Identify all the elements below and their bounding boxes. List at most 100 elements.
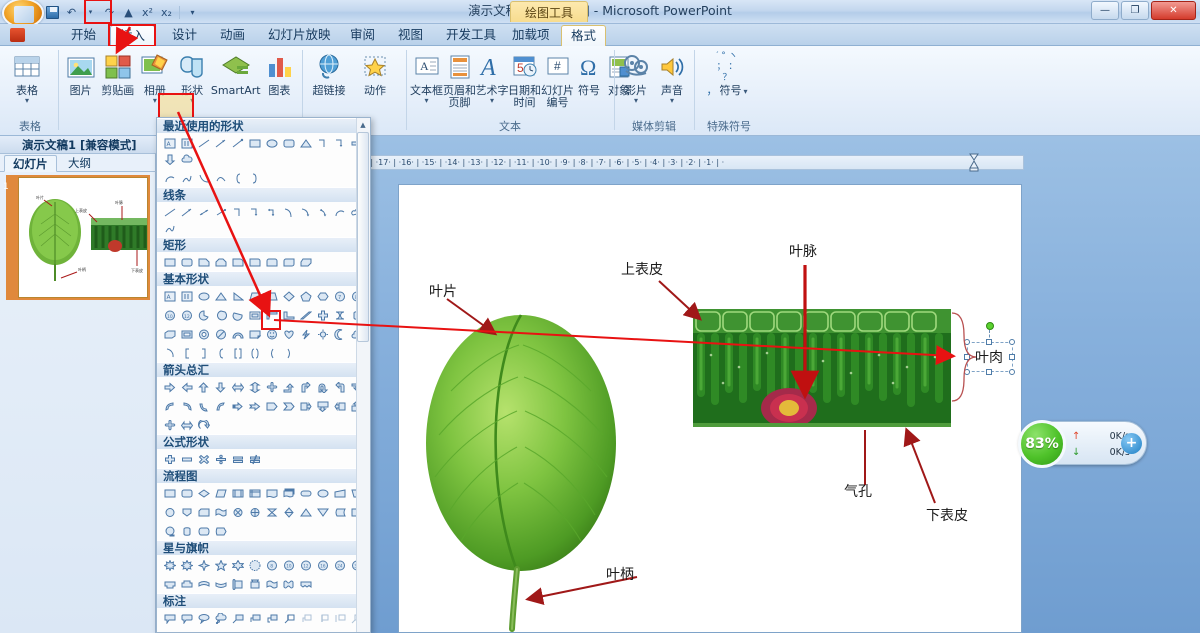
rect-snip-one[interactable]	[195, 254, 212, 270]
ribbon-button-幻灯片编号[interactable]: # 幻灯片 编号	[541, 49, 574, 109]
handle-sw[interactable]	[964, 369, 970, 375]
label-叶肉[interactable]: 叶肉	[975, 347, 1003, 367]
shapes-row[interactable]	[157, 377, 370, 396]
label-下表皮[interactable]: 下表皮	[926, 505, 968, 525]
basic-sun[interactable]	[314, 326, 331, 342]
shapes-row[interactable]	[157, 483, 370, 502]
basic-cube[interactable]	[161, 326, 178, 342]
line-curve-tool[interactable]	[331, 204, 348, 220]
flow-data[interactable]	[212, 485, 229, 501]
banner-double-wave[interactable]	[280, 576, 297, 592]
basic-arc-shape[interactable]	[161, 345, 178, 361]
arrow-curved-left[interactable]	[161, 398, 178, 414]
chevron-down-icon[interactable]: ▾	[25, 97, 29, 105]
tab-设计[interactable]: 设计	[163, 25, 206, 46]
flow-internal-storage[interactable]	[246, 485, 263, 501]
restore-button[interactable]: ❐	[1121, 1, 1149, 20]
flow-direct-access-storage[interactable]	[195, 523, 212, 539]
banner-wave[interactable]	[263, 576, 280, 592]
arrow-circular[interactable]	[195, 417, 212, 433]
basic-right-bracket[interactable]	[195, 345, 212, 361]
handle-nw[interactable]	[964, 339, 970, 345]
shapes-row[interactable]	[157, 608, 370, 627]
flow-summing-junction[interactable]	[229, 504, 246, 520]
shape-rectangle[interactable]	[246, 135, 263, 151]
basic-pentagon[interactable]	[297, 288, 314, 304]
shape-elbow-arrow[interactable]	[331, 135, 348, 151]
basic-hexagon[interactable]	[314, 288, 331, 304]
math-plus[interactable]	[161, 451, 178, 467]
flow-manual-input[interactable]	[331, 485, 348, 501]
shape-down-arrow[interactable]	[161, 151, 178, 167]
chevron-down-icon[interactable]: ▾	[743, 87, 747, 95]
save-button[interactable]	[44, 4, 61, 21]
banner-vertical-scroll[interactable]	[229, 576, 246, 592]
label-叶片[interactable]: 叶片	[429, 281, 457, 301]
selected-textbox-叶肉[interactable]: 叶肉	[963, 322, 1021, 382]
basic-no-symbol[interactable]	[212, 326, 229, 342]
flow-sequential-access[interactable]	[161, 523, 178, 539]
qat-more-button[interactable]: ▾	[184, 4, 201, 21]
shapes-row[interactable]	[157, 627, 370, 632]
callout-accent-bar-2[interactable]	[331, 610, 348, 626]
banner-curved-up[interactable]	[195, 576, 212, 592]
handle-s[interactable]	[986, 369, 992, 375]
minimize-button[interactable]: —	[1091, 1, 1119, 20]
flow-sort[interactable]	[280, 504, 297, 520]
shapes-row[interactable]: A	[157, 133, 370, 168]
rotate-handle[interactable]	[986, 322, 994, 330]
chevron-down-icon[interactable]: ▾	[634, 97, 638, 105]
speed-percent-badge[interactable]: 83%	[1018, 420, 1066, 468]
arrow-u-turn[interactable]	[314, 379, 331, 395]
star-24-point[interactable]: 24	[331, 557, 348, 573]
math-multiply[interactable]	[195, 451, 212, 467]
arrow-left[interactable]	[178, 379, 195, 395]
callout-line-1[interactable]	[229, 610, 246, 626]
flow-extract[interactable]	[297, 504, 314, 520]
star-10-point[interactable]: 10	[280, 557, 297, 573]
basic-block-arc[interactable]	[229, 326, 246, 342]
flow-predefined-process[interactable]	[229, 485, 246, 501]
line-curved-arrow[interactable]	[297, 204, 314, 220]
shapes-row[interactable]	[157, 202, 370, 237]
basic-teardrop[interactable]	[212, 307, 229, 323]
ribbon-button-图表[interactable]: 图表	[261, 49, 298, 97]
tab-开始[interactable]: 开始	[62, 25, 105, 46]
line-elbow-double[interactable]	[263, 204, 280, 220]
flow-collate[interactable]	[263, 504, 280, 520]
flow-alternate-process[interactable]	[178, 485, 195, 501]
rect-round-diagonal[interactable]	[280, 254, 297, 270]
flow-stored-data[interactable]	[331, 504, 348, 520]
shapes-row[interactable]	[157, 574, 370, 593]
ribbon-button-动作[interactable]: 动作	[352, 49, 398, 97]
arrow-curved-down[interactable]	[212, 398, 229, 414]
ribbon-button-符号[interactable]: Ω 符号	[574, 49, 604, 97]
arrow-quad[interactable]	[263, 379, 280, 395]
shapes-row[interactable]	[157, 252, 370, 271]
shape-textbox[interactable]: A	[161, 135, 178, 151]
arrow-up[interactable]	[195, 379, 212, 395]
label-上表皮[interactable]: 上表皮	[621, 259, 663, 279]
shape-left-brace[interactable]	[229, 170, 246, 186]
flow-or[interactable]	[246, 504, 263, 520]
shape-triangle[interactable]	[297, 135, 314, 151]
shapes-row[interactable]	[157, 415, 370, 434]
rect-plain[interactable]	[161, 254, 178, 270]
tab-slides[interactable]: 幻灯片	[4, 155, 57, 172]
arrow-bent[interactable]	[297, 379, 314, 395]
shapes-menu-scrollbar[interactable]: ▲	[356, 118, 370, 632]
arrow-pentagon[interactable]	[263, 398, 280, 414]
basic-dodecagon[interactable]: 12	[178, 307, 195, 323]
label-叶脉[interactable]: 叶脉	[789, 241, 817, 261]
star-explosion-1[interactable]	[161, 557, 178, 573]
arrow-left-right-callout[interactable]	[178, 417, 195, 433]
arrow-curved-right[interactable]	[178, 398, 195, 414]
basic-both-braces[interactable]	[246, 345, 263, 361]
shape-freeform[interactable]	[178, 170, 195, 186]
shape-cloud[interactable]	[178, 151, 195, 167]
label-叶柄[interactable]: 叶柄	[606, 564, 634, 584]
callout-border-2[interactable]	[178, 629, 195, 632]
line-double-arrow[interactable]	[195, 204, 212, 220]
indent-marker-icon[interactable]	[968, 152, 980, 173]
shapes-row[interactable]	[157, 396, 370, 415]
